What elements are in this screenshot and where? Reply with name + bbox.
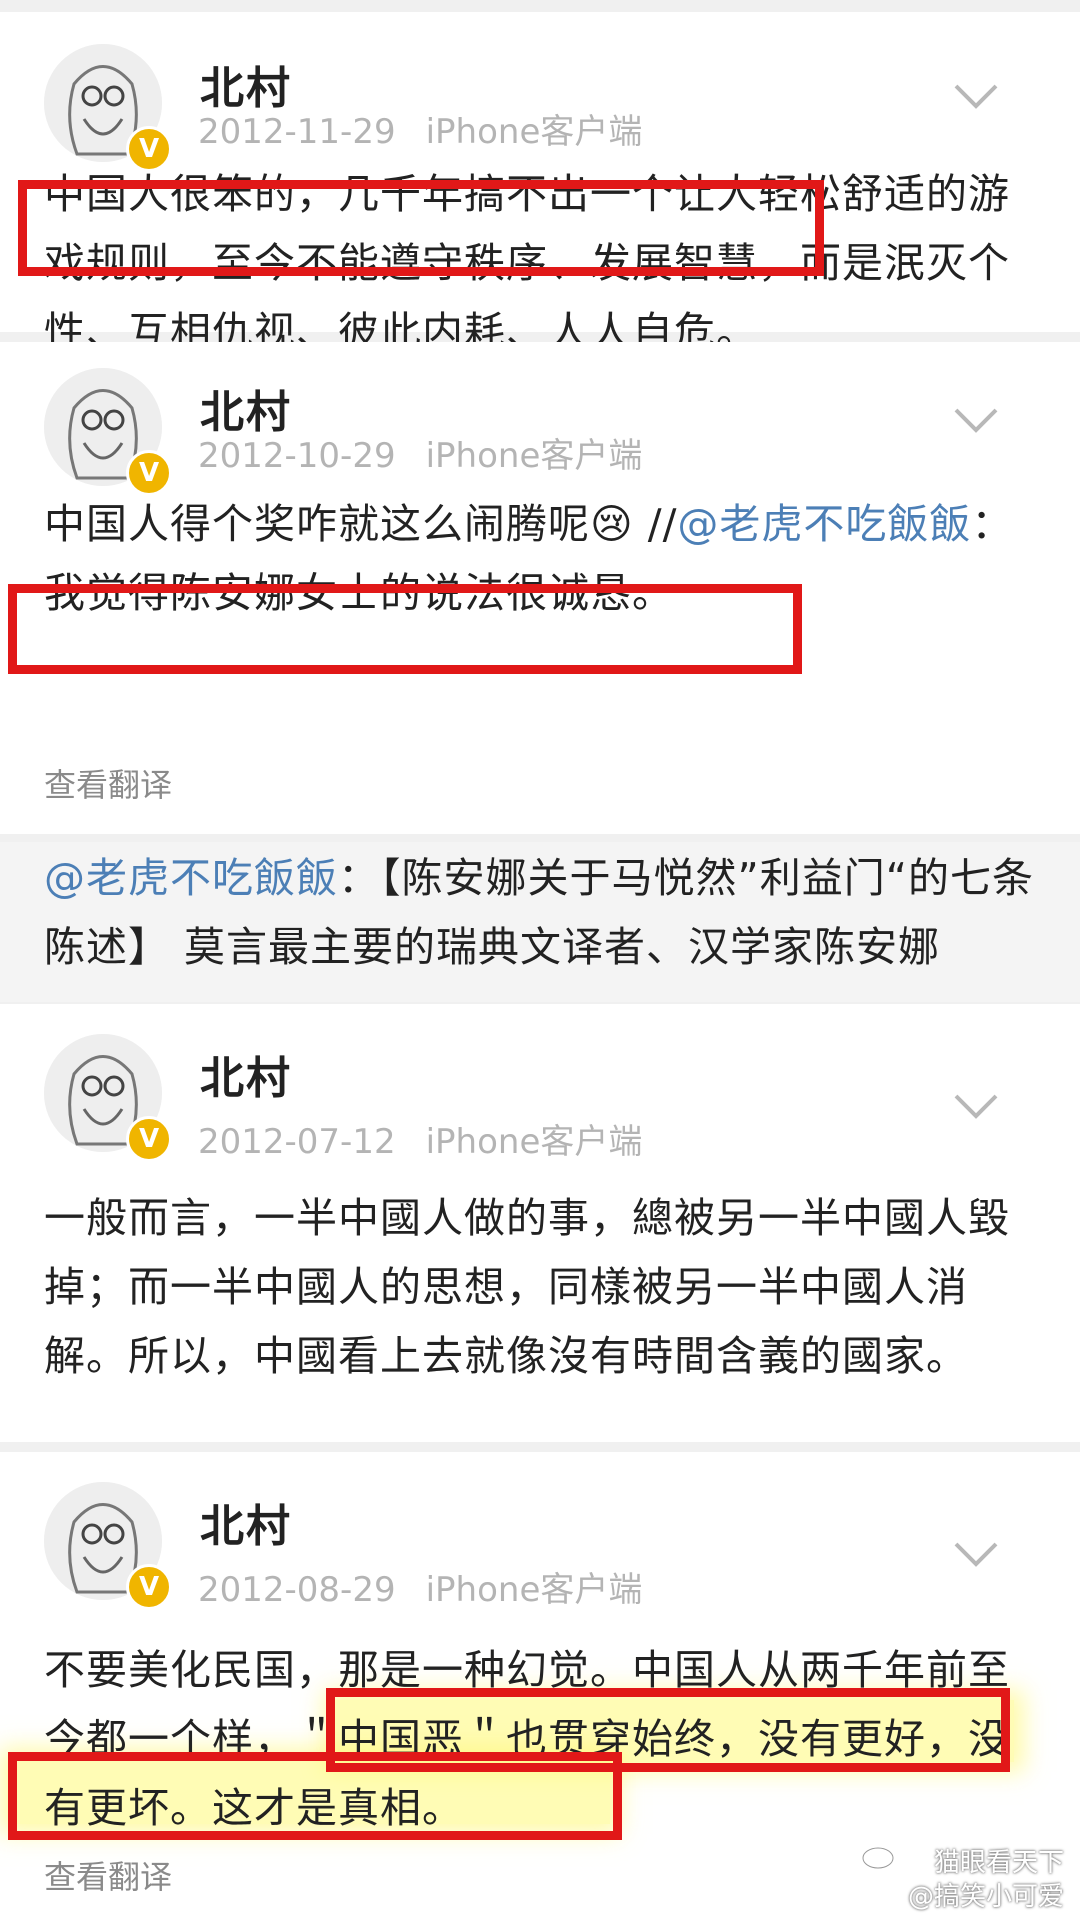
mention-link[interactable]: @老虎不吃飯飯 <box>44 854 338 902</box>
avatar[interactable]: V <box>44 1034 172 1162</box>
mention-link[interactable]: @老虎不吃飯飯 <box>677 500 971 548</box>
annotation-box <box>8 1752 622 1840</box>
verified-badge-icon: V <box>126 1564 172 1610</box>
post-card-3: V 北村 2012-07-12 iPhone客户端 一般而言，一半中國人做的事，總… <box>0 1004 1080 1442</box>
post-card-1: V 北村 2012-11-29 iPhone客户端 中国人很笨的，几千年搞不出一个… <box>0 12 1080 356</box>
post-source: iPhone客户端 <box>425 1122 643 1162</box>
post-date: 2012-08-29 <box>198 1570 396 1610</box>
chevron-down-icon[interactable] <box>953 82 999 110</box>
post-date: 2012-11-29 <box>198 112 396 152</box>
watermark-line-2: @搞笑小可爱 <box>907 1882 1064 1912</box>
post-card-4: V 北村 2012-08-29 iPhone客户端 不要美化民国，那是一种幻觉。中… <box>0 1452 1080 1920</box>
post-source: iPhone客户端 <box>425 112 643 152</box>
post-source: iPhone客户端 <box>425 1570 643 1610</box>
post-date: 2012-10-29 <box>198 436 396 476</box>
quoted-weibo[interactable]: @老虎不吃飯飯：【陈安娜关于马悦然”利益门“的七条陈述】 莫言最主要的瑞典文译者… <box>0 842 1080 1002</box>
post-meta: 2012-07-12 iPhone客户端 <box>198 1114 642 1163</box>
repost-separator: // <box>633 500 678 548</box>
weibo-logo-icon <box>861 1844 898 1870</box>
annotation-box <box>8 584 802 674</box>
author-name[interactable]: 北村 <box>200 1042 292 1106</box>
crying-emoji-icon: 😢 <box>590 500 634 548</box>
post-date: 2012-07-12 <box>198 1122 396 1162</box>
annotation-box <box>18 180 824 276</box>
translate-link[interactable]: 查看翻译 <box>44 1852 172 1898</box>
author-name[interactable]: 北村 <box>200 1490 292 1554</box>
post-text-main: 中国人得个奖咋就这么闹腾呢 <box>44 500 590 548</box>
post-text: 一般而言，一半中國人做的事，總被另一半中國人毀掉；而一半中國人的思想，同樣被另一… <box>44 1194 1010 1380</box>
verified-badge-icon: V <box>126 1116 172 1162</box>
post-meta: 2012-08-29 iPhone客户端 <box>198 1562 642 1611</box>
chevron-down-icon[interactable] <box>953 406 999 434</box>
translate-link[interactable]: 查看翻译 <box>44 760 172 806</box>
avatar[interactable]: V <box>44 1482 172 1610</box>
avatar[interactable]: V <box>44 44 172 172</box>
post-source: iPhone客户端 <box>425 436 643 476</box>
quoted-text: @老虎不吃飯飯：【陈安娜关于马悦然”利益门“的七条陈述】 莫言最主要的瑞典文译者… <box>44 844 1034 982</box>
chevron-down-icon[interactable] <box>953 1540 999 1568</box>
post-meta: 2012-10-29 iPhone客户端 <box>198 428 642 477</box>
chevron-down-icon[interactable] <box>953 1092 999 1120</box>
avatar[interactable]: V <box>44 368 172 496</box>
watermark-line-1: 猫眼看天下 <box>933 1848 1064 1878</box>
post-meta: 2012-11-29 iPhone客户端 <box>198 104 642 153</box>
